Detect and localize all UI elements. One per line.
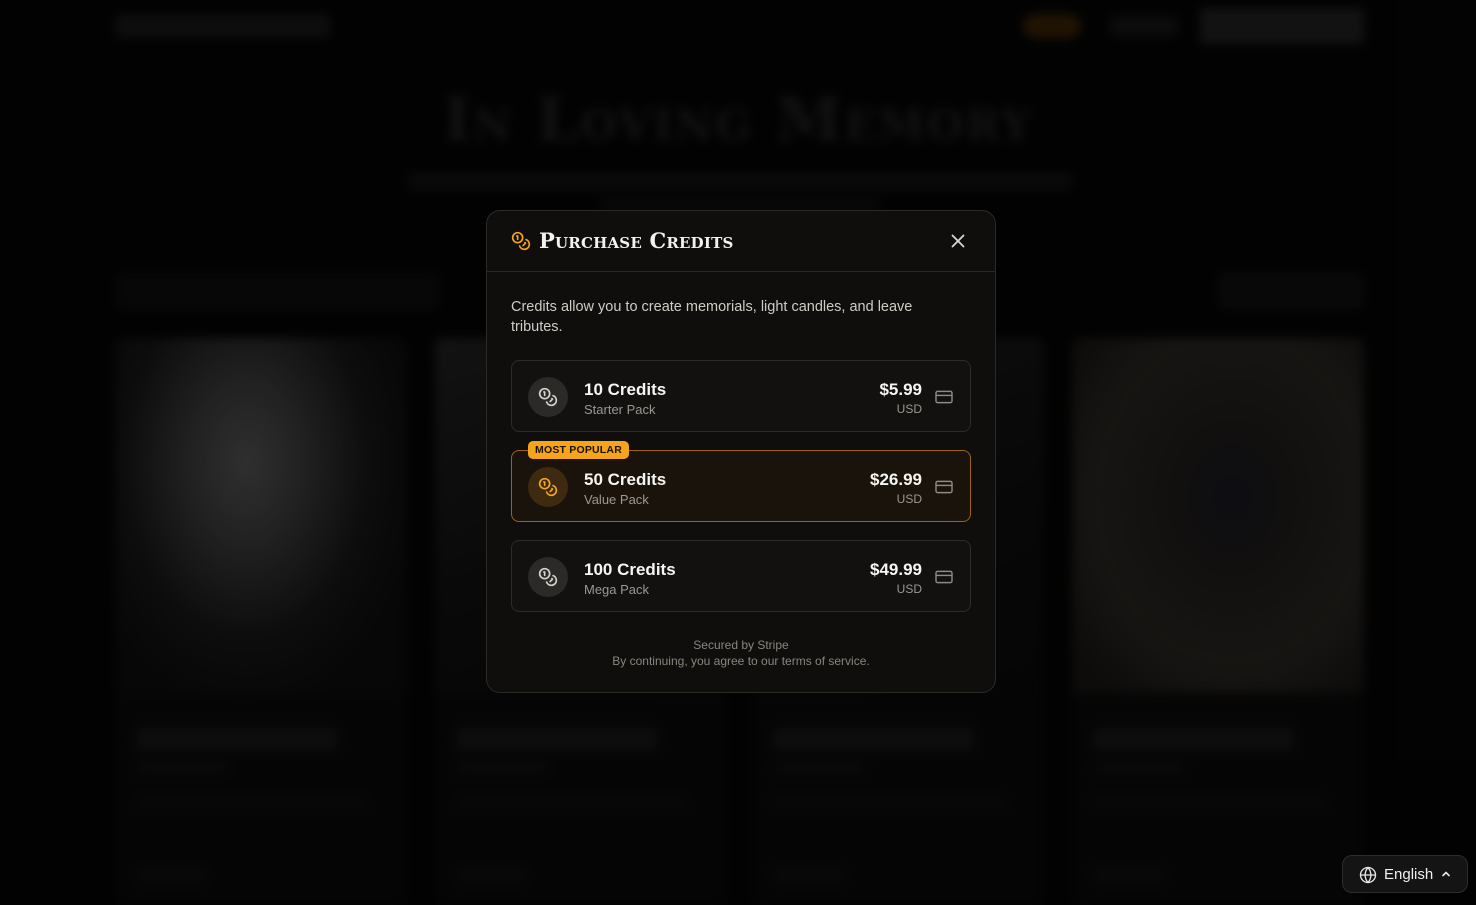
credit-pack-10[interactable]: 10 Credits Starter Pack $5.99 USD <box>511 360 971 432</box>
coins-icon <box>538 387 558 407</box>
secured-by-stripe: Secured by Stripe <box>693 638 789 652</box>
pack-name: 100 Credits <box>584 560 676 579</box>
globe-icon <box>1359 866 1377 884</box>
pack-currency: USD <box>896 582 922 596</box>
credit-card-icon <box>935 480 953 494</box>
pack-price: $26.99 <box>870 470 922 489</box>
pack-coin-badge <box>528 467 568 507</box>
pack-coin-badge <box>528 377 568 417</box>
credit-pack-50[interactable]: MOST POPULAR 50 Credits Value Pack $26.9… <box>511 441 971 522</box>
purchase-credits-modal: Purchase Credits Credits allow you to cr… <box>486 210 996 693</box>
pack-subtitle: Value Pack <box>584 492 649 507</box>
pack-currency: USD <box>896 402 922 416</box>
pack-name: 50 Credits <box>584 470 667 489</box>
coins-icon <box>538 567 558 587</box>
chevron-up-icon <box>1442 871 1450 877</box>
credit-card-icon <box>935 570 953 584</box>
close-icon[interactable] <box>947 230 969 252</box>
pack-currency: USD <box>896 492 922 506</box>
language-selector[interactable]: English <box>1342 855 1468 893</box>
pack-price: $5.99 <box>879 380 922 399</box>
modal-title: Purchase Credits <box>539 228 734 253</box>
credit-pack-100[interactable]: 100 Credits Mega Pack $49.99 USD <box>511 540 971 612</box>
most-popular-badge: MOST POPULAR <box>528 441 629 459</box>
pack-coin-badge <box>528 557 568 597</box>
language-label: English <box>1384 866 1434 883</box>
pack-price: $49.99 <box>870 560 922 579</box>
pack-subtitle: Mega Pack <box>584 582 650 597</box>
terms-notice: By continuing, you agree to our terms of… <box>612 654 870 668</box>
credit-card-icon <box>935 390 953 404</box>
coins-icon <box>538 477 558 497</box>
pack-name: 10 Credits <box>584 380 667 399</box>
modal-header: Purchase Credits <box>487 211 995 272</box>
pack-subtitle: Starter Pack <box>584 402 656 417</box>
coins-icon <box>511 231 531 251</box>
modal-description: Credits allow you to create memorials, l… <box>511 299 913 335</box>
